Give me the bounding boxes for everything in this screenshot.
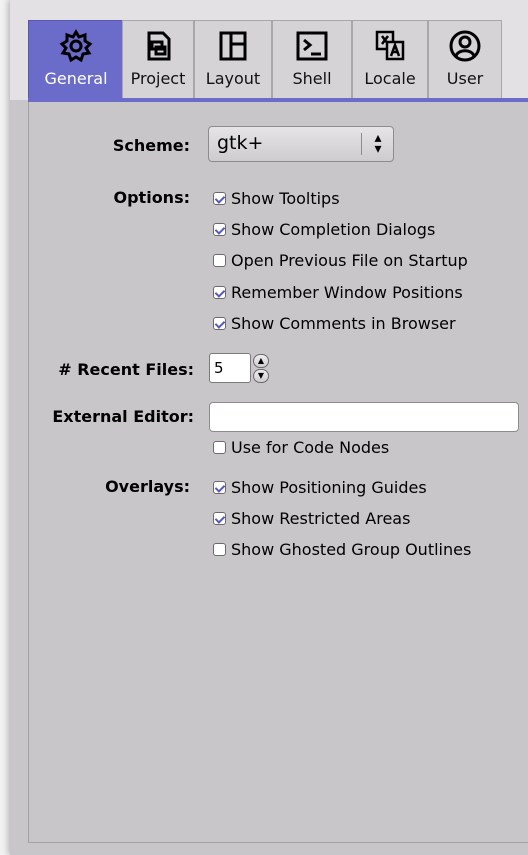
overlay-show-ghosted-group-outlines[interactable]: Show Ghosted Group Outlines: [213, 538, 471, 560]
checkbox-label: Show Comments in Browser: [231, 313, 456, 333]
tab-label: Layout: [205, 69, 261, 88]
layout-icon: [219, 31, 247, 61]
tab-label: User: [446, 69, 484, 88]
checkbox-label: Show Completion Dialogs: [231, 219, 436, 239]
combo-divider: [361, 133, 362, 155]
recent-files-input[interactable]: 5: [209, 353, 251, 383]
external-editor-input[interactable]: [209, 402, 519, 432]
spin-up-button[interactable]: ▲: [253, 354, 269, 368]
scheme-label: Scheme:: [112, 136, 190, 155]
tab-layout[interactable]: Layout: [194, 20, 272, 98]
overlay-show-positioning-guides[interactable]: Show Positioning Guides: [213, 476, 427, 498]
checkbox[interactable]: [213, 511, 226, 525]
project-icon: [147, 31, 171, 61]
tab-label: Project: [130, 69, 186, 88]
checkbox[interactable]: [213, 253, 226, 267]
checkbox[interactable]: [213, 440, 226, 454]
tab-locale[interactable]: Locale: [352, 20, 428, 98]
tab-label: General: [44, 69, 108, 88]
checkbox[interactable]: [213, 480, 226, 494]
option-use-for-code-nodes[interactable]: Use for Code Nodes: [213, 436, 389, 458]
checkbox[interactable]: [213, 191, 226, 205]
option-show-tooltips[interactable]: Show Tooltips: [213, 187, 340, 209]
recent-files-label: # Recent Files:: [58, 360, 194, 379]
terminal-icon: [296, 31, 328, 61]
option-open-previous-file[interactable]: Open Previous File on Startup: [213, 249, 468, 271]
options-label: Options:: [113, 188, 191, 207]
preferences-window: General Project Layout Shell Locale User…: [10, 0, 528, 855]
checkbox[interactable]: [213, 285, 226, 299]
checkbox-label: Use for Code Nodes: [231, 437, 390, 457]
option-show-comments-in-browser[interactable]: Show Comments in Browser: [213, 312, 456, 334]
option-remember-window-positions[interactable]: Remember Window Positions: [213, 281, 463, 303]
checkbox[interactable]: [213, 542, 226, 556]
external-editor-label: External Editor:: [52, 407, 194, 426]
checkbox-label: Show Ghosted Group Outlines: [231, 539, 472, 559]
checkbox[interactable]: [213, 316, 226, 330]
tab-shell[interactable]: Shell: [272, 20, 352, 98]
scheme-select[interactable]: gtk+ ▴ ▾: [208, 126, 394, 162]
option-show-completion-dialogs[interactable]: Show Completion Dialogs: [213, 218, 435, 240]
user-icon: [449, 30, 481, 62]
checkbox-label: Show Restricted Areas: [231, 508, 411, 528]
spin-down-button[interactable]: ▼: [253, 369, 269, 383]
up-down-arrows-icon: ▴ ▾: [374, 130, 382, 157]
checkbox[interactable]: [213, 222, 226, 236]
general-panel: [28, 102, 528, 843]
checkbox-label: Show Tooltips: [231, 188, 340, 208]
tab-general[interactable]: General: [28, 20, 124, 98]
tab-project[interactable]: Project: [122, 20, 194, 98]
tab-label: Shell: [292, 69, 332, 88]
checkbox-label: Open Previous File on Startup: [231, 250, 468, 270]
checkbox-label: Show Positioning Guides: [231, 477, 427, 497]
translate-icon: [375, 30, 405, 61]
tab-label: Locale: [364, 69, 416, 88]
gear-icon: [59, 29, 93, 63]
scheme-value: gtk+: [217, 132, 264, 154]
overlay-show-restricted-areas[interactable]: Show Restricted Areas: [213, 507, 410, 529]
tab-user[interactable]: User: [428, 20, 502, 98]
checkbox-label: Remember Window Positions: [231, 282, 463, 302]
overlays-label: Overlays:: [105, 477, 190, 496]
